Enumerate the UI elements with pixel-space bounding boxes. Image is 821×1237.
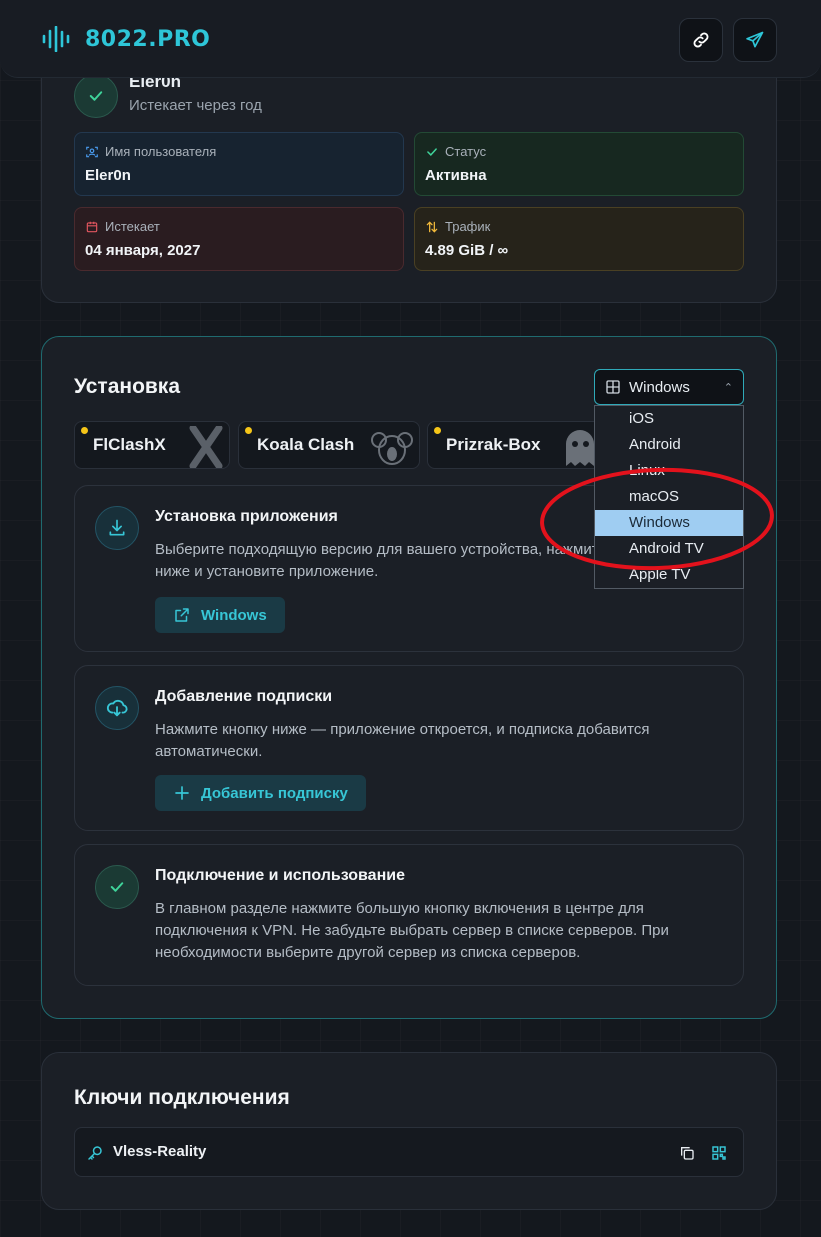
check-icon — [427, 147, 437, 156]
app-tab-flclashx[interactable]: FlClashX — [74, 421, 230, 469]
step-description: В главном разделе нажмите большую кнопку… — [155, 900, 669, 961]
app-tab-label: Koala Clash — [257, 435, 355, 454]
check-icon — [110, 882, 124, 892]
calendar-icon — [86, 221, 98, 232]
download-windows-button[interactable]: Windows — [155, 597, 285, 633]
status-label: Статус — [445, 144, 487, 159]
expires-label: Истекает — [105, 219, 160, 234]
copy-link-button[interactable] — [679, 18, 723, 62]
step-icon-badge — [95, 865, 139, 909]
status-value: Активна — [425, 167, 487, 184]
app-tab-label: Prizrak-Box — [446, 435, 541, 454]
username-label: Имя пользователя — [105, 144, 217, 159]
expires-box: Истекает 04 января, 2027 — [74, 207, 404, 271]
platform-selected-value: Windows — [629, 378, 690, 396]
active-check-badge — [74, 74, 118, 118]
platform-option-windows[interactable]: Windows — [595, 510, 743, 536]
soundwave-logo-icon — [42, 26, 70, 52]
koala-logo-icon — [371, 432, 413, 465]
platform-select[interactable]: Windows ⌃ — [594, 369, 744, 405]
cloud-download-icon — [106, 699, 128, 717]
button-label: Windows — [201, 606, 267, 624]
app-tab-koala-clash[interactable]: Koala Clash — [238, 421, 420, 469]
recommended-dot — [81, 427, 88, 434]
qr-code-icon[interactable] — [711, 1145, 727, 1161]
recommended-dot — [245, 427, 252, 434]
keys-title: Ключи подключения — [74, 1086, 290, 1109]
platform-option-linux[interactable]: Linux — [595, 458, 743, 484]
user-scan-icon — [86, 146, 98, 157]
platform-option-android[interactable]: Android — [595, 432, 743, 458]
download-icon — [109, 519, 125, 536]
external-link-icon — [175, 608, 189, 622]
platform-option-apple-tv[interactable]: Apple TV — [595, 562, 743, 588]
copy-icon[interactable] — [679, 1145, 695, 1161]
install-title: Установка — [74, 375, 180, 398]
step-icon-badge — [95, 506, 139, 550]
status-box: Статус Активна — [414, 132, 744, 196]
traffic-value: 4.89 GiB / ∞ — [425, 242, 509, 259]
flclashx-logo-icon — [189, 426, 223, 468]
step-add-subscription: Добавление подписки Нажмите кнопку ниже … — [74, 665, 744, 831]
add-subscription-button[interactable]: Добавить подписку — [155, 775, 366, 811]
key-icon — [88, 1146, 102, 1160]
link-icon — [693, 32, 709, 48]
step-title: Добавление подписки — [155, 688, 333, 705]
traffic-box: Трафик 4.89 GiB / ∞ — [414, 207, 744, 271]
app-tab-label: FlClashX — [93, 435, 166, 454]
step-title: Подключение и использование — [155, 867, 405, 884]
platform-option-macos[interactable]: macOS — [595, 484, 743, 510]
windows-icon — [606, 380, 620, 394]
telegram-button[interactable] — [733, 18, 777, 62]
expiry-subtitle: Истекает через год — [129, 97, 262, 114]
arrows-up-down-icon — [426, 220, 438, 233]
recommended-dot — [434, 427, 441, 434]
step-connect-and-use: Подключение и использование В главном ра… — [74, 844, 744, 986]
step-icon-badge — [95, 686, 139, 730]
traffic-label: Трафик — [445, 219, 491, 234]
check-icon — [89, 91, 103, 101]
key-row[interactable]: Vless-Reality — [74, 1127, 744, 1177]
button-label: Добавить подписку — [201, 784, 348, 802]
step-description: Нажмите кнопку ниже — приложение откроет… — [155, 721, 650, 760]
platform-dropdown-list: iOS Android Linux macOS Windows Android … — [594, 405, 744, 589]
step-title: Установка приложения — [155, 508, 338, 525]
brand-name[interactable]: 8022.PRO — [85, 27, 210, 52]
username-value: Eler0n — [85, 167, 131, 184]
app-tab-prizrak-box[interactable]: Prizrak-Box — [427, 421, 607, 469]
expires-value: 04 января, 2027 — [85, 242, 201, 259]
top-header: 8022.PRO — [0, 0, 821, 78]
platform-option-android-tv[interactable]: Android TV — [595, 536, 743, 562]
platform-option-ios[interactable]: iOS — [595, 406, 743, 432]
username-box: Имя пользователя Eler0n — [74, 132, 404, 196]
key-name: Vless-Reality — [113, 1143, 207, 1160]
telegram-icon — [746, 31, 764, 48]
chevron-up-down-icon: ⌃ — [723, 381, 733, 394]
plus-icon — [175, 786, 189, 800]
